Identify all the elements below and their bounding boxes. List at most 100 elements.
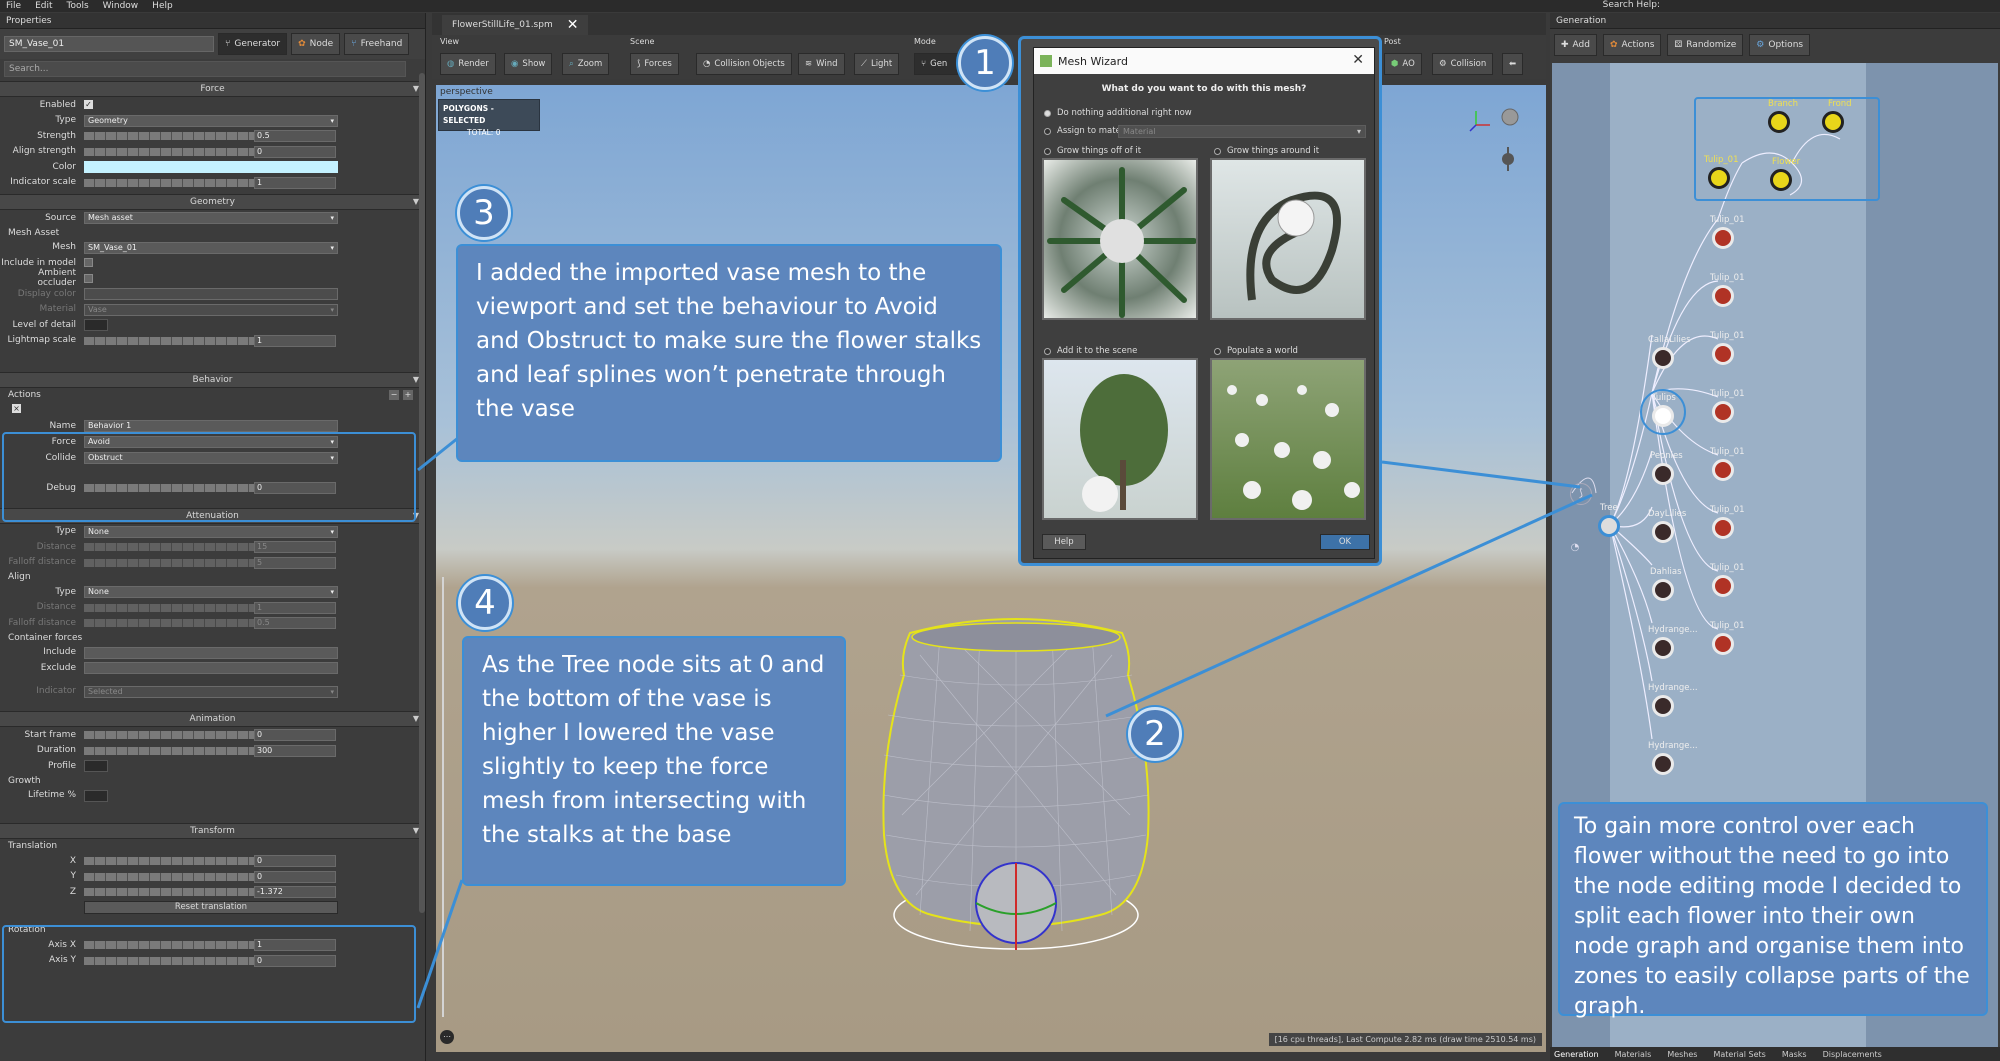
translation-x-slider[interactable] [84, 857, 254, 865]
strength-field[interactable]: 0.5 [254, 130, 336, 142]
tulip-node-6[interactable] [1712, 517, 1734, 539]
option-add-scene[interactable]: Add it to the scene [1044, 346, 1137, 356]
forces-button[interactable]: ⟆ Forces [630, 53, 679, 75]
radio-grow-around[interactable] [1214, 147, 1221, 155]
flower-node[interactable] [1770, 169, 1792, 191]
tulip-node-7[interactable] [1712, 575, 1734, 597]
atten-falloff-slider[interactable] [84, 558, 254, 567]
file-tab[interactable]: FlowerStillLife_01.spm ✕ [442, 15, 589, 35]
option-populate[interactable]: Populate a world [1214, 346, 1298, 356]
wind-button[interactable]: ≋ Wind [798, 53, 845, 75]
start-frame-field[interactable]: 0 [254, 729, 336, 741]
lightmap-slider[interactable] [84, 336, 254, 345]
add-button[interactable]: ✚ Add [1554, 34, 1597, 56]
color-swatch[interactable] [84, 161, 338, 173]
align-falloff-field[interactable]: 0.5 [254, 617, 336, 629]
indicator-scale-slider[interactable] [84, 178, 254, 187]
menu-help[interactable]: Help [152, 1, 173, 11]
options-button[interactable]: ⚙ Options [1749, 34, 1811, 56]
hydrangea-node-3[interactable] [1652, 753, 1674, 775]
force-node-icon[interactable]: ⟆ [1570, 483, 1592, 505]
actions-button[interactable]: ✿ Actions [1602, 34, 1662, 56]
lod-curve[interactable] [84, 319, 108, 331]
generator-mode-button[interactable]: ⑂ Generator [218, 33, 288, 55]
translation-y-field[interactable]: 0 [254, 870, 336, 883]
delete-action-icon[interactable]: × [12, 404, 21, 413]
align-distance-field[interactable]: 1 [254, 601, 336, 614]
align-strength-field[interactable]: 0 [254, 145, 336, 158]
dahlias-node[interactable] [1652, 579, 1674, 601]
include-field[interactable] [84, 646, 338, 659]
help-button[interactable]: Help [1042, 534, 1086, 550]
light-button[interactable]: ⟋ Light [854, 53, 900, 75]
ambient-checkbox[interactable] [84, 273, 93, 283]
viewport-options-icon[interactable]: ⋯ [440, 1030, 454, 1044]
add-action-icon[interactable]: + [403, 390, 413, 400]
align-distance-slider[interactable] [84, 603, 254, 612]
translation-z-slider[interactable] [84, 888, 254, 896]
menu-file[interactable]: File [6, 1, 21, 11]
panel-scrollbar[interactable] [419, 73, 425, 913]
collision-node-icon[interactable]: ◔ [1566, 539, 1584, 557]
search-help-label[interactable]: Search Help: [1603, 0, 1660, 10]
tulip-node-4[interactable] [1712, 401, 1734, 423]
indicator-scale-field[interactable]: 1 [254, 176, 336, 189]
translation-y-slider[interactable] [84, 872, 254, 881]
atten-distance-field[interactable]: 15 [254, 541, 336, 553]
atten-distance-slider[interactable] [84, 543, 254, 551]
radio-grow-off[interactable] [1044, 147, 1051, 155]
start-frame-slider[interactable] [84, 731, 254, 739]
behavior-name-field[interactable]: Behavior 1 [84, 420, 338, 432]
randomize-button[interactable]: ⚄ Randomize [1667, 34, 1744, 56]
align-type-select[interactable]: None ▾ [84, 586, 338, 598]
enabled-checkbox[interactable]: ✓ [84, 100, 93, 109]
display-color-field[interactable] [84, 288, 338, 300]
option-do-nothing[interactable]: Do nothing additional right now [1044, 108, 1192, 118]
mesh-select[interactable]: SM_Vase_01 ▾ [84, 241, 338, 254]
remove-action-icon[interactable]: − [389, 390, 399, 400]
include-checkbox[interactable] [84, 258, 93, 267]
tulip-node-1[interactable] [1712, 227, 1734, 249]
profile-curve[interactable] [84, 760, 108, 772]
translation-z-field[interactable]: -1.372 [254, 886, 336, 898]
populate-thumbnail[interactable] [1210, 358, 1366, 520]
atten-type-select[interactable]: None ▾ [84, 525, 338, 538]
material-select[interactable]: Material ▾ [1118, 125, 1366, 138]
radio-do-nothing[interactable] [1044, 109, 1051, 117]
menu-window[interactable]: Window [103, 1, 139, 11]
force-type-select[interactable]: Geometry ▾ [84, 114, 338, 127]
geometry-section-header[interactable]: Geometry ▼ [0, 194, 425, 210]
tab-materials[interactable]: Materials [1615, 1050, 1652, 1059]
option-grow-off[interactable]: Grow things off of it [1044, 146, 1141, 156]
peonies-node[interactable] [1652, 463, 1674, 485]
atten-falloff-field[interactable]: 5 [254, 556, 336, 569]
tab-material-sets[interactable]: Material Sets [1713, 1050, 1765, 1059]
strength-slider[interactable] [84, 132, 254, 140]
grow-around-thumbnail[interactable] [1210, 158, 1366, 320]
callalilies-node[interactable] [1652, 347, 1674, 369]
ao-button[interactable]: ⬢ AO [1384, 53, 1422, 75]
reset-translation-button[interactable]: Reset translation [84, 900, 338, 914]
translation-x-field[interactable]: 0 [254, 855, 336, 867]
grow-off-thumbnail[interactable] [1042, 158, 1198, 320]
align-strength-slider[interactable] [84, 147, 254, 156]
tulip-node-5[interactable] [1712, 459, 1734, 481]
properties-search-input[interactable]: Search... [4, 61, 406, 77]
close-icon[interactable]: ✕ [1352, 52, 1364, 68]
radio-populate[interactable] [1214, 347, 1221, 355]
option-grow-around[interactable]: Grow things around it [1214, 146, 1319, 156]
menu-tools[interactable]: Tools [67, 1, 89, 11]
hydrangea-node-2[interactable] [1652, 695, 1674, 717]
source-select[interactable]: Mesh asset ▾ [84, 212, 338, 224]
branch-node[interactable] [1768, 111, 1790, 133]
tab-meshes[interactable]: Meshes [1667, 1050, 1697, 1059]
duration-field[interactable]: 300 [254, 744, 336, 757]
light-direction-icon[interactable] [1496, 147, 1520, 171]
object-name-field[interactable]: SM_Vase_01 [4, 36, 214, 52]
render-button[interactable]: ◍ Render [440, 53, 496, 75]
radio-assign-material[interactable] [1044, 127, 1051, 135]
transform-section-header[interactable]: Transform ▼ [0, 823, 425, 839]
menu-edit[interactable]: Edit [35, 1, 52, 11]
collision-button[interactable]: ⚙ Collision [1432, 53, 1494, 75]
radio-add-scene[interactable] [1044, 347, 1051, 355]
